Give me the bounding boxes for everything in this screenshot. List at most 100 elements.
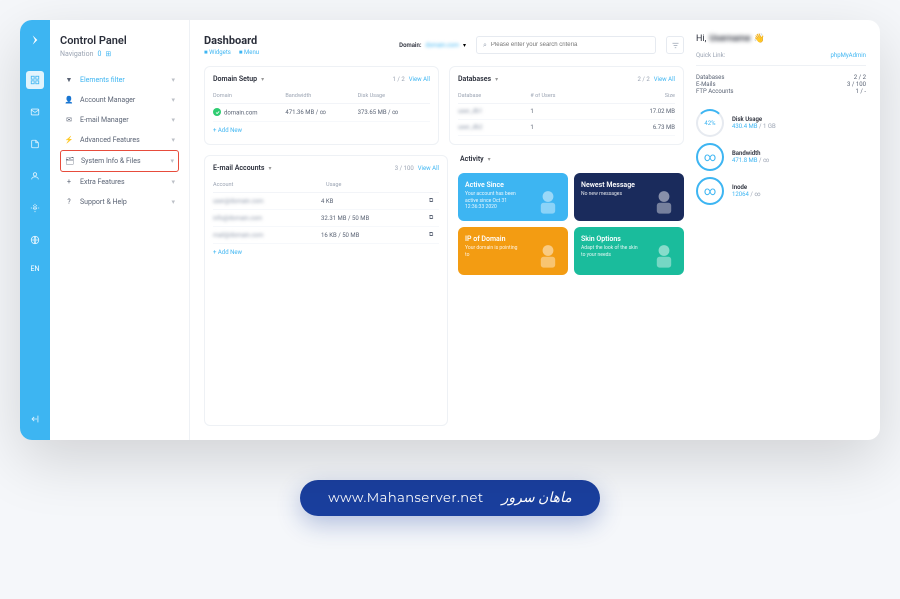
status-ok-icon — [213, 108, 221, 116]
view-all-link[interactable]: View All — [409, 76, 430, 83]
tile-illustration-icon — [530, 237, 566, 273]
sidebar-item-icon: 👤 — [64, 96, 74, 104]
activity-tile-ip[interactable]: IP of DomainYour domain is pointing to — [458, 227, 568, 275]
sidebar-title: Control Panel — [60, 34, 179, 47]
copy-icon[interactable]: ⧉ — [429, 214, 439, 222]
sidebar-item-label: Support & Help — [80, 198, 127, 206]
tile-subtitle: Adapt the look of the skin to your needs — [581, 245, 639, 258]
sidebar-item-support-help[interactable]: ? Support & Help ▾ — [60, 192, 179, 212]
chevron-down-icon: ▾ — [171, 198, 175, 206]
sidebar-item-icon: ? — [64, 198, 74, 206]
table-row[interactable]: user@domain.com4 KB⧉ — [213, 193, 439, 210]
rail-globe-icon[interactable] — [26, 231, 44, 249]
tile-illustration-icon — [646, 237, 682, 273]
sidebar-item-label: Account Manager — [80, 96, 135, 104]
quick-link-row: Quick Link: phpMyAdmin — [696, 52, 866, 66]
sidebar-item-icon: ⚡ — [64, 136, 74, 144]
add-new-domain[interactable]: + Add New — [213, 122, 430, 134]
activity-tile-nm[interactable]: Newest MessageNo new messages — [574, 173, 684, 221]
gauge-row-bandwidth: ∞Bandwidth471.8 MB / ∞ — [696, 143, 866, 171]
domain-selector[interactable]: Domain: domain.com ▾ — [399, 42, 466, 49]
activity-card: Activity ▾ Active SinceYour account has … — [458, 155, 684, 426]
chevron-down-icon: ▾ — [171, 116, 175, 124]
chevron-down-icon: ▾ — [171, 76, 175, 84]
sidebar-item-label: Advanced Features — [80, 136, 140, 144]
chevron-down-icon[interactable]: ▾ — [261, 76, 264, 83]
search-input[interactable] — [491, 42, 649, 48]
wave-icon: 👋 — [754, 34, 765, 44]
databases-card: Databases ▾ 2 / 2 View All Database # of… — [449, 66, 684, 145]
widgets-link[interactable]: ■ Widgets — [204, 49, 231, 56]
tile-subtitle: Your account has been active since Oct 3… — [465, 191, 523, 211]
logo-icon — [28, 32, 42, 51]
activity-tile-so[interactable]: Skin OptionsAdapt the look of the skin t… — [574, 227, 684, 275]
gauge-icon: ∞ — [696, 143, 724, 171]
sidebar-item-icon: + — [64, 178, 74, 186]
chevron-down-icon: ▾ — [171, 178, 175, 186]
table-row[interactable]: mail@domain.com16 KB / 50 MB⧉ — [213, 227, 439, 244]
rail-settings-icon[interactable] — [26, 199, 44, 217]
rail-language-label[interactable]: EN — [31, 265, 40, 273]
activity-tile-as[interactable]: Active SinceYour account has been active… — [458, 173, 568, 221]
sidebar-item-system-info-files[interactable]: 🗂 System Info & Files ▾ — [60, 150, 179, 172]
footer-badge: www.Mahanserver.net ماهان سرور — [300, 480, 599, 516]
stat-row: Databases2 / 2 — [696, 74, 866, 81]
chevron-down-icon[interactable]: ▾ — [268, 165, 271, 172]
tile-illustration-icon — [646, 183, 682, 219]
chevron-down-icon: ▾ — [170, 157, 174, 165]
sidebar-item-e-mail-manager[interactable]: ✉ E-mail Manager ▾ — [60, 110, 179, 130]
search-box[interactable]: ⌕ — [476, 36, 656, 54]
filter-button[interactable] — [666, 36, 684, 54]
copy-icon[interactable]: ⧉ — [429, 197, 439, 205]
sidebar-item-extra-features[interactable]: + Extra Features ▾ — [60, 172, 179, 192]
footer-logo: ماهان سرور — [502, 490, 572, 506]
greeting: Hi, Username 👋 — [696, 34, 866, 44]
table-row[interactable]: domain.com 471.36 MB / ∞ 373.65 MB / ∞ — [213, 104, 430, 122]
table-row[interactable]: user_db1 1 17.02 MB — [458, 104, 675, 120]
view-all-link[interactable]: View All — [654, 76, 675, 83]
chevron-down-icon[interactable]: ▾ — [495, 76, 498, 83]
chevron-down-icon: ▾ — [463, 42, 466, 49]
sidebar-item-account-manager[interactable]: 👤 Account Manager ▾ — [60, 90, 179, 110]
rail-dashboard-icon[interactable] — [26, 71, 44, 89]
page-title: Dashboard — [204, 34, 259, 47]
sidebar-nav-sub: Navigation 0 ⊞ — [60, 50, 179, 58]
sidebar-grid-icon[interactable]: ⊞ — [105, 50, 111, 58]
stat-row: E-Mails3 / 100 — [696, 81, 866, 88]
sidebar-item-label: Elements filter — [80, 76, 125, 84]
tile-illustration-icon — [530, 183, 566, 219]
sidebar-item-icon: ✉ — [64, 116, 74, 124]
app-frame: EN Control Panel Navigation 0 ⊞ ▼Element… — [20, 20, 880, 440]
add-new-email[interactable]: + Add New — [213, 244, 439, 256]
sidebar-item-icon: 🗂 — [65, 157, 75, 165]
chevron-down-icon: ▾ — [171, 136, 175, 144]
rail-logout-icon[interactable] — [26, 410, 44, 428]
copy-icon[interactable]: ⧉ — [429, 231, 439, 239]
sidebar-item-elements-filter[interactable]: ▼Elements filter▾ — [60, 70, 179, 90]
rail-user-icon[interactable] — [26, 167, 44, 185]
rail-mail-icon[interactable] — [26, 103, 44, 121]
table-row[interactable]: info@domain.com32.31 MB / 50 MB⧉ — [213, 210, 439, 227]
sidebar: Control Panel Navigation 0 ⊞ ▼Elements f… — [50, 20, 190, 440]
tile-subtitle: Your domain is pointing to — [465, 245, 523, 258]
menu-link[interactable]: ■ Menu — [239, 49, 259, 56]
summary-panel: Hi, Username 👋 Quick Link: phpMyAdmin Da… — [696, 34, 866, 426]
search-icon: ⌕ — [483, 41, 487, 50]
quick-link[interactable]: phpMyAdmin — [831, 52, 866, 59]
stat-row: FTP Accounts1 / - — [696, 88, 866, 95]
email-accounts-card: E-mail Accounts ▾ 3 / 100 View All Accou… — [204, 155, 448, 426]
view-all-link[interactable]: View All — [418, 165, 439, 172]
gauge-icon: ∞ — [696, 177, 724, 205]
chevron-down-icon[interactable]: ▾ — [488, 156, 491, 163]
sidebar-item-label: System Info & Files — [81, 157, 141, 165]
sidebar-item-advanced-features[interactable]: ⚡ Advanced Features ▾ — [60, 130, 179, 150]
header-row: Dashboard ■ Widgets ■ Menu Domain: domai… — [204, 34, 684, 56]
gauge-row-inode: ∞Inode12064 / ∞ — [696, 177, 866, 205]
main: Dashboard ■ Widgets ■ Menu Domain: domai… — [190, 20, 880, 440]
chevron-down-icon: ▾ — [171, 96, 175, 104]
sidebar-item-label: E-mail Manager — [80, 116, 129, 124]
rail-files-icon[interactable] — [26, 135, 44, 153]
domain-setup-card: Domain Setup ▾ 1 / 2 View All Domain Ban… — [204, 66, 439, 145]
table-row[interactable]: user_db2 1 6.73 MB — [458, 120, 675, 136]
sidebar-item-label: Extra Features — [80, 178, 125, 186]
